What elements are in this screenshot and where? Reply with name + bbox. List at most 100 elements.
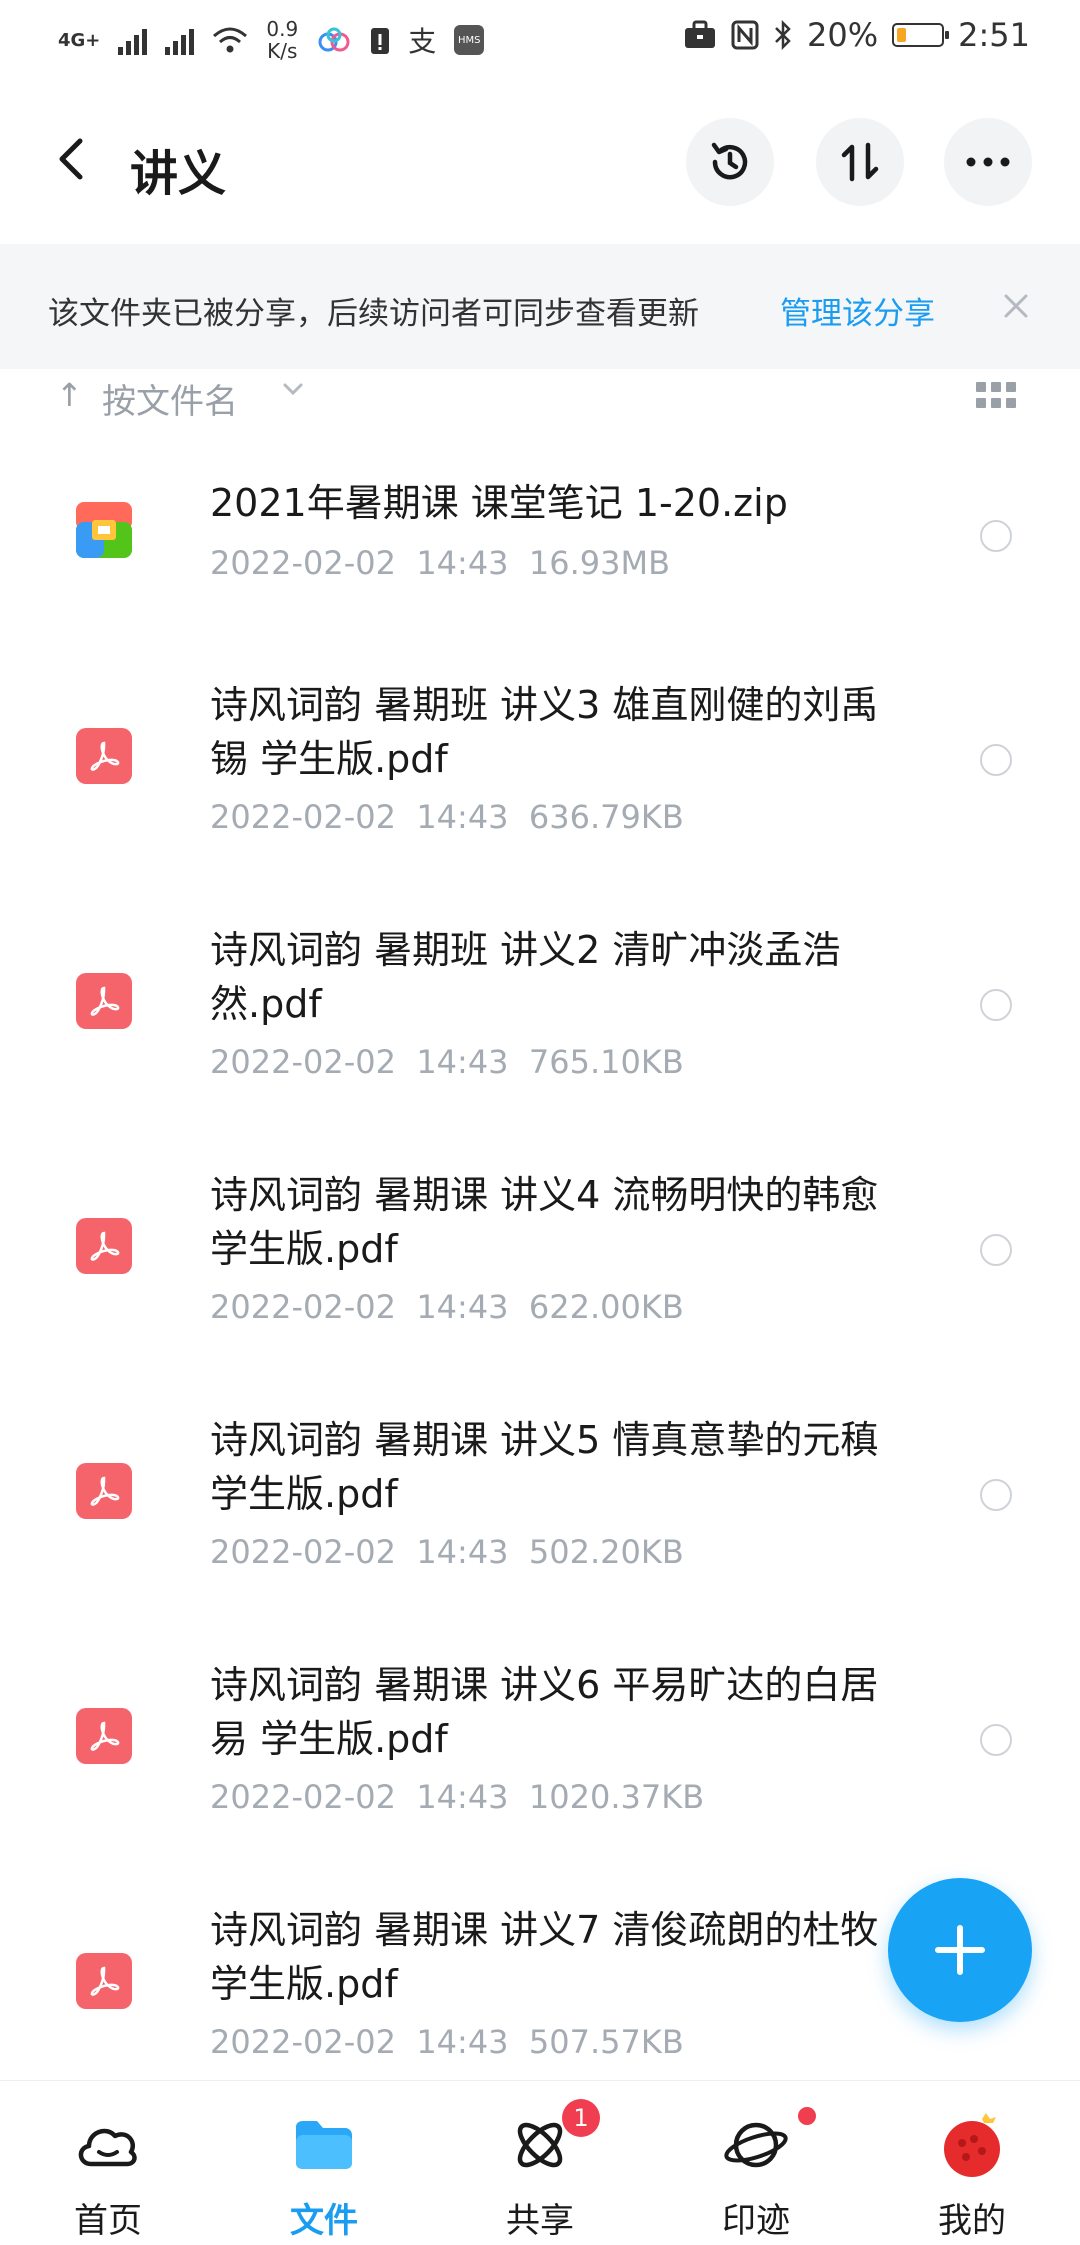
file-time: 14:43 [416, 2023, 509, 2061]
file-size: 636.79KB [528, 798, 684, 836]
history-button[interactable] [686, 118, 774, 206]
file-date: 2022-02-02 [210, 1533, 396, 1571]
file-meta: 2022-02-02 14:43 16.93MB [210, 544, 670, 582]
file-size: 507.57KB [528, 2023, 684, 2061]
transfer-icon [841, 142, 879, 182]
battery-icon [892, 23, 950, 47]
file-name: 2021年暑期课 课堂笔记 1-20.zip [210, 481, 788, 525]
nav-label: 文件 [290, 2201, 358, 2241]
nav-item-share[interactable]: 1 共享 [432, 2081, 648, 2245]
transfer-button[interactable] [816, 118, 904, 206]
file-size: 1020.37KB [528, 1778, 705, 1816]
file-meta: 2022-02-02 14:43 502.20KB [210, 1533, 684, 1571]
pdf-icon [76, 973, 132, 1029]
file-size: 16.93MB [528, 544, 671, 582]
file-date: 2022-02-02 [210, 544, 396, 582]
file-meta: 2022-02-02 14:43 622.00KB [210, 1288, 684, 1326]
share-banner: 该文件夹已被分享，后续访问者可同步查看更新 管理该分享 [0, 244, 1080, 369]
battery-percent: 20% [807, 16, 879, 54]
select-checkbox[interactable] [980, 1724, 1012, 1756]
nfc-icon [731, 20, 759, 50]
close-icon [1004, 294, 1028, 318]
status-bar: 4G+ 0.9 K/s 支 HMS 20% 2:51 [0, 0, 1080, 80]
file-name: 诗风词韵 暑期课 讲义4 流畅明快的韩愈 学生版.pdf [210, 1173, 879, 1271]
file-date: 2022-02-02 [210, 1288, 396, 1326]
file-name: 诗风词韵 暑期班 讲义2 清旷冲淡孟浩然.pdf [210, 928, 841, 1026]
baidu-cloud-icon [318, 27, 350, 52]
file-date: 2022-02-02 [210, 1043, 396, 1081]
manage-share-link[interactable]: 管理该分享 [780, 288, 935, 333]
file-meta: 2022-02-02 14:43 636.79KB [210, 798, 684, 836]
nav-item-traces[interactable]: 印迹 [648, 2081, 864, 2245]
file-meta: 2022-02-02 14:43 1020.37KB [210, 1778, 704, 1816]
back-button[interactable] [44, 132, 98, 186]
speed-unit: K/s [267, 39, 298, 63]
file-time: 14:43 [416, 1288, 509, 1326]
file-time: 14:43 [416, 544, 509, 582]
select-checkbox[interactable] [980, 989, 1012, 1021]
avatar [938, 2111, 1006, 2179]
status-right: 20% 2:51 [683, 16, 1030, 54]
nav-item-home[interactable]: 首页 [0, 2081, 216, 2245]
file-name: 诗风词韵 暑期课 讲义6 平易旷达的白居易 学生版.pdf [210, 1663, 879, 1761]
history-icon [711, 142, 748, 180]
planet-icon [722, 2111, 790, 2179]
alert-icon [371, 28, 390, 54]
app-header: 讲义 [0, 80, 1080, 240]
grid-view-button[interactable] [976, 382, 1016, 408]
plus-icon [935, 1925, 985, 1975]
select-checkbox[interactable] [980, 1479, 1012, 1511]
file-size: 622.00KB [528, 1288, 684, 1326]
nav-label: 共享 [506, 2201, 574, 2241]
nav-label: 首页 [74, 2201, 142, 2241]
signal-icon [118, 25, 148, 55]
pdf-icon [76, 1218, 132, 1274]
file-time: 14:43 [416, 1533, 509, 1571]
briefcase-icon [685, 20, 716, 48]
hms-icon: HMS [454, 25, 485, 55]
banner-text: 该文件夹已被分享，后续访问者可同步查看更新 [48, 296, 699, 332]
file-time: 14:43 [416, 1043, 509, 1081]
chevron-down-icon[interactable] [282, 382, 304, 396]
zip-icon [76, 502, 132, 558]
status-left: 4G+ 0.9 K/s 支 HMS [58, 18, 485, 62]
bottom-nav: 首页 文件 1 共享 印迹 我的 [0, 2080, 1080, 2245]
file-date: 2022-02-02 [210, 798, 396, 836]
file-size: 765.10KB [528, 1043, 684, 1081]
sort-label[interactable]: 按文件名 [102, 374, 238, 423]
more-icon [966, 157, 1010, 167]
speed-value: 0.9 [266, 17, 299, 41]
select-checkbox[interactable] [980, 744, 1012, 776]
nav-item-mine[interactable]: 我的 [864, 2081, 1080, 2245]
cloud-icon [74, 2111, 142, 2179]
clock: 2:51 [958, 16, 1030, 54]
select-checkbox[interactable] [980, 1234, 1012, 1266]
notification-badge: 1 [562, 2099, 600, 2137]
sort-direction-icon[interactable]: ↑ [56, 376, 83, 414]
wifi-icon [213, 27, 248, 53]
banner-close-button[interactable] [994, 284, 1038, 328]
nav-label: 印迹 [722, 2201, 790, 2241]
select-checkbox[interactable] [980, 520, 1012, 552]
pdf-icon [76, 1463, 132, 1519]
file-meta: 2022-02-02 14:43 765.10KB [210, 1043, 684, 1081]
signal-icon-2 [165, 25, 195, 55]
file-name: 诗风词韵 暑期课 讲义7 清俊疏朗的杜牧 学生版.pdf [210, 1908, 879, 2006]
file-name: 诗风词韵 暑期班 讲义3 雄直刚健的刘禹锡 学生版.pdf [210, 683, 879, 781]
notification-dot [798, 2107, 816, 2125]
file-date: 2022-02-02 [210, 2023, 396, 2061]
bluetooth-icon [775, 20, 791, 50]
back-arrow-icon [59, 138, 83, 180]
file-time: 14:43 [416, 1778, 509, 1816]
network-speed: 0.9 K/s [266, 18, 298, 62]
file-size: 502.20KB [528, 1533, 684, 1571]
more-button[interactable] [944, 118, 1032, 206]
nav-item-files[interactable]: 文件 [216, 2081, 432, 2245]
network-type: 4G+ [58, 29, 101, 51]
folder-icon [290, 2111, 358, 2179]
alipay-icon: 支 [408, 25, 437, 58]
sort-row: ↑ 按文件名 [0, 370, 1080, 422]
add-button[interactable] [888, 1878, 1032, 2022]
battery-fill [897, 28, 907, 42]
pdf-icon [76, 1708, 132, 1764]
